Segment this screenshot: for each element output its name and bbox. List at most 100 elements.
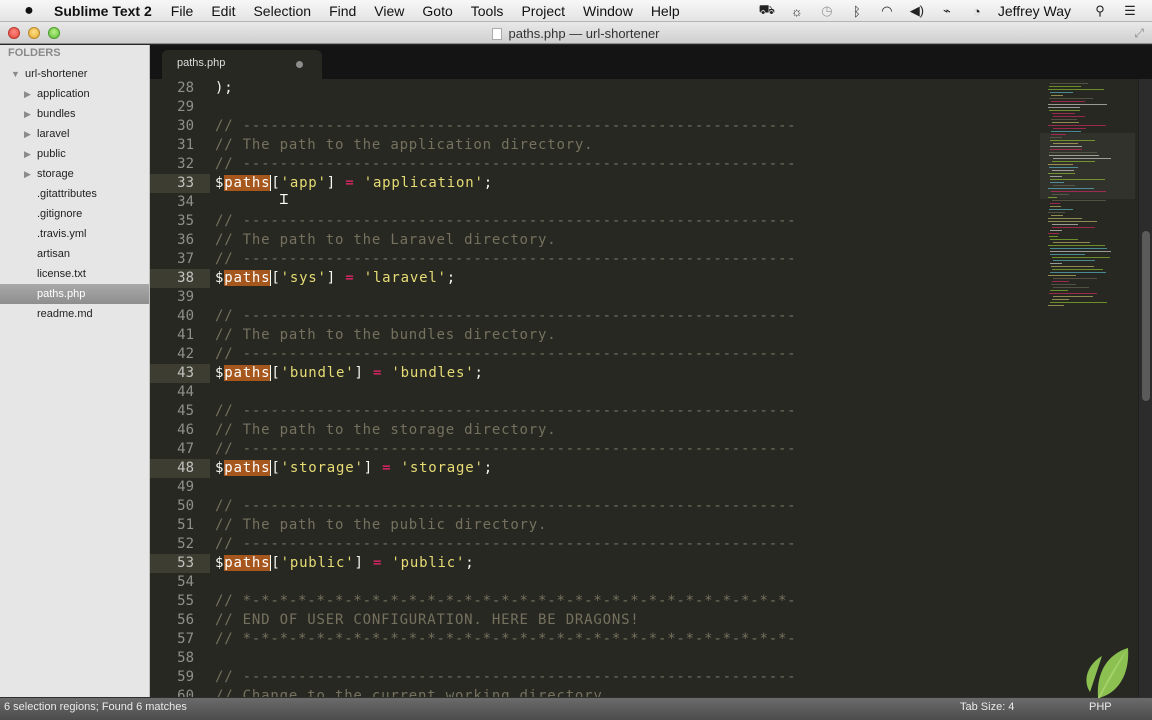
code-token: // -------------------------------------… [215, 308, 797, 324]
disclosure-expanded-icon[interactable]: ▼ [11, 64, 20, 84]
code-line[interactable]: $paths['app'] = 'application'; [215, 174, 493, 193]
menu-project[interactable]: Project [521, 3, 565, 19]
code-line[interactable]: // The path to the Laravel directory. [215, 231, 556, 250]
minimap-line [1048, 89, 1104, 90]
tab-paths-php[interactable]: paths.php [162, 50, 322, 79]
menu-selection[interactable]: Selection [253, 3, 311, 19]
sidebar-item-label: url-shortener [25, 68, 88, 80]
code-line[interactable]: // Change to the current working directo… [215, 687, 612, 697]
apple-menu-icon[interactable]: ● [18, 2, 40, 20]
code-line[interactable]: // -------------------------------------… [215, 212, 796, 231]
sidebar-file[interactable]: .travis.yml [0, 224, 149, 244]
minimap-line [1053, 128, 1086, 129]
code-line[interactable]: // The path to the application directory… [215, 136, 593, 155]
app-menu[interactable]: Sublime Text 2 [54, 3, 152, 19]
minimap-line [1048, 107, 1080, 108]
code-line[interactable]: // -------------------------------------… [215, 345, 796, 364]
code-line[interactable]: // -------------------------------------… [215, 402, 796, 421]
sidebar-file[interactable]: artisan [0, 244, 149, 264]
minimap-line [1050, 146, 1082, 147]
minimap[interactable] [1040, 79, 1135, 697]
sidebar-item-label: readme.md [37, 308, 93, 320]
sidebar-file[interactable]: .gitattributes [0, 184, 149, 204]
minimap-line [1048, 104, 1107, 105]
code-line[interactable]: // *-*-*-*-*-*-*-*-*-*-*-*-*-*-*-*-*-*-*… [215, 592, 796, 611]
brightness-icon[interactable]: ☼ [787, 4, 807, 19]
code-line[interactable]: // -------------------------------------… [215, 440, 796, 459]
notification-center-icon[interactable]: ☰ [1120, 3, 1140, 19]
disclosure-collapsed-icon[interactable]: ▶ [24, 124, 31, 144]
minimap-line [1050, 176, 1062, 177]
code-line[interactable]: // -------------------------------------… [215, 155, 796, 174]
code-line[interactable]: // -------------------------------------… [215, 668, 796, 687]
fullscreen-icon[interactable]: ⤢ [1134, 26, 1144, 41]
user-menu[interactable]: Jeffrey Way [998, 3, 1071, 19]
code-token: ; [446, 270, 457, 286]
disclosure-collapsed-icon[interactable]: ▶ [24, 164, 31, 184]
line-number: 56 [177, 612, 194, 628]
status-message: 6 selection regions; Found 6 matches [4, 701, 187, 713]
code-line[interactable]: // -------------------------------------… [215, 307, 796, 326]
disclosure-collapsed-icon[interactable]: ▶ [24, 144, 31, 164]
disclosure-collapsed-icon[interactable]: ▶ [24, 84, 31, 104]
volume-icon[interactable]: ◀) [907, 3, 927, 19]
sidebar-folder[interactable]: ▶ storage [0, 164, 149, 184]
spotlight-search-icon[interactable]: ⚲ [1090, 3, 1110, 19]
code-line[interactable]: // -------------------------------------… [215, 535, 796, 554]
vertical-scrollbar[interactable] [1138, 79, 1152, 697]
sidebar-file[interactable]: readme.md [0, 304, 149, 324]
tab-size-selector[interactable]: Tab Size: 4 [960, 701, 1014, 713]
code-line[interactable]: // The path to the public directory. [215, 516, 547, 535]
code-line[interactable]: ); [215, 79, 233, 98]
code-line[interactable]: // *-*-*-*-*-*-*-*-*-*-*-*-*-*-*-*-*-*-*… [215, 630, 796, 649]
menu-goto[interactable]: Goto [422, 3, 452, 19]
code-token: ; [465, 555, 475, 571]
sidebar-folder[interactable]: ▶ public [0, 144, 149, 164]
code-line[interactable]: // -------------------------------------… [215, 117, 796, 136]
minimap-line [1053, 158, 1111, 159]
minimap-line [1053, 296, 1093, 297]
minimap-line [1050, 251, 1111, 252]
sidebar-folder[interactable]: ▶ laravel [0, 124, 149, 144]
code-line[interactable]: // -------------------------------------… [215, 497, 796, 516]
code-line[interactable]: // -------------------------------------… [215, 250, 796, 269]
minimap-line [1051, 284, 1076, 285]
code-token: = [372, 555, 383, 571]
menu-find[interactable]: Find [329, 3, 356, 19]
activity-monitor-icon[interactable]: ⌁ [937, 3, 957, 19]
search-match-highlight: paths [224, 175, 272, 191]
minimap-line [1051, 266, 1094, 267]
bluetooth-icon[interactable]: ᛒ [847, 4, 867, 19]
code-editor[interactable]: 28); 29 30 // -----------------------------… [150, 79, 1140, 697]
code-line[interactable]: $paths['storage'] = 'storage'; [215, 459, 493, 478]
code-line[interactable]: $paths['bundle'] = 'bundles'; [215, 364, 484, 383]
sidebar-file[interactable]: .gitignore [0, 204, 149, 224]
clock-icon[interactable]: ◔ [967, 4, 987, 19]
code-line[interactable]: $paths['public'] = 'public'; [215, 554, 474, 573]
code-line[interactable]: // The path to the bundles directory. [215, 326, 556, 345]
menu-file[interactable]: File [171, 3, 194, 19]
menu-help[interactable]: Help [651, 3, 680, 19]
code-line[interactable]: $paths['sys'] = 'laravel'; [215, 269, 456, 288]
wifi-icon[interactable]: ◠ [877, 3, 897, 19]
menu-view[interactable]: View [374, 3, 404, 19]
sidebar-file[interactable]: paths.php [0, 284, 149, 304]
truck-icon[interactable]: ⛟ [757, 2, 777, 20]
tab-bar: paths.php [150, 45, 1152, 79]
disclosure-collapsed-icon[interactable]: ▶ [24, 104, 31, 124]
unsaved-indicator-icon[interactable] [296, 61, 303, 68]
menu-tools[interactable]: Tools [471, 3, 504, 19]
syntax-selector[interactable]: PHP [1089, 701, 1112, 713]
sidebar-folder[interactable]: ▶ application [0, 84, 149, 104]
sidebar-file[interactable]: license.txt [0, 264, 149, 284]
code-line[interactable]: // The path to the storage directory. [215, 421, 556, 440]
sidebar-folder[interactable]: ▼ url-shortener [0, 64, 149, 84]
sidebar-folder[interactable]: ▶ bundles [0, 104, 149, 124]
time-machine-icon[interactable]: ◷ [817, 3, 837, 19]
menu-window[interactable]: Window [583, 3, 633, 19]
menu-edit[interactable]: Edit [211, 3, 235, 19]
code-line[interactable]: // END OF USER CONFIGURATION. HERE BE DR… [215, 611, 640, 630]
scrollbar-thumb[interactable] [1142, 231, 1150, 401]
code-token: // The path to the storage directory. [215, 422, 557, 438]
line-number: 48 [150, 459, 210, 478]
